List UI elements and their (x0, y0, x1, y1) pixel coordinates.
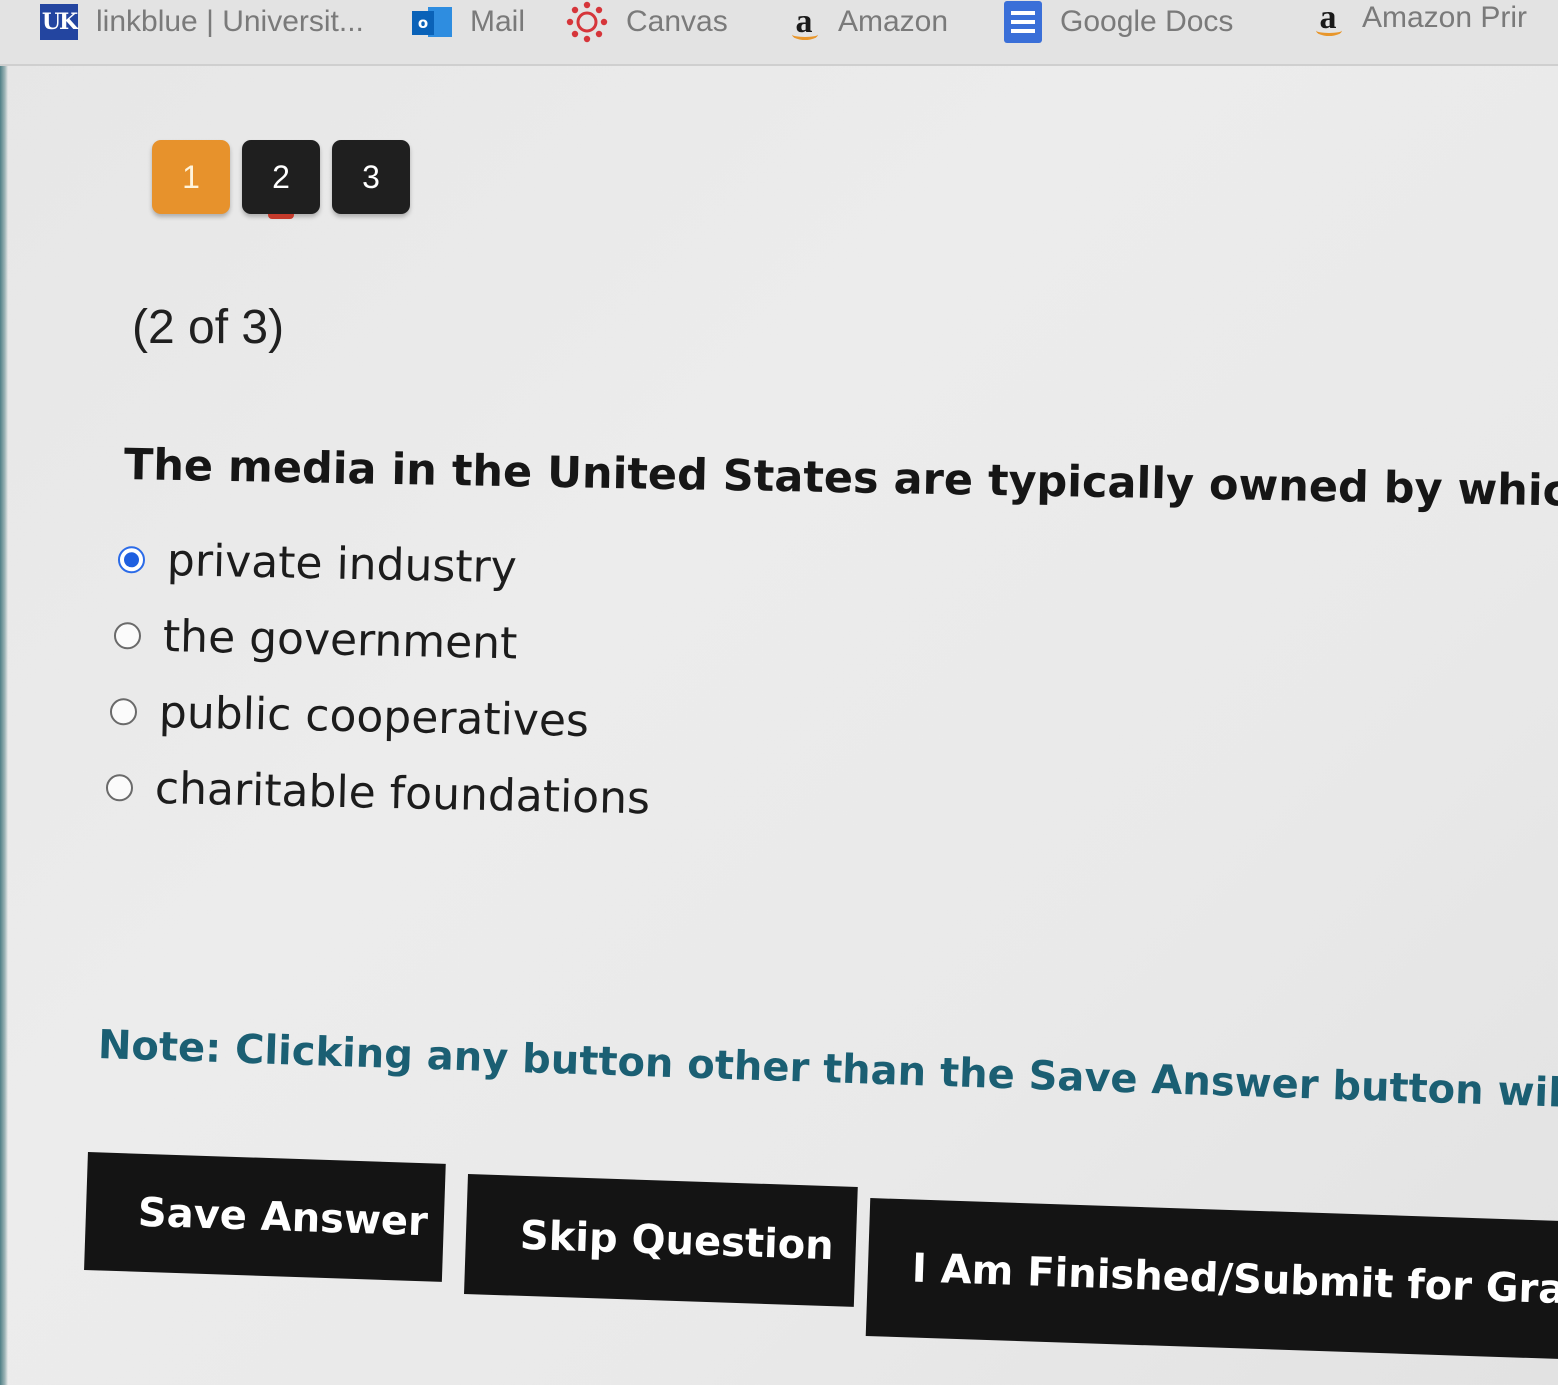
radio-button[interactable] (113, 622, 142, 650)
option-the-government[interactable]: the government (113, 610, 518, 670)
question-nav-3[interactable]: 3 (332, 140, 410, 214)
option-public-cooperatives[interactable]: public cooperatives (109, 686, 589, 747)
outlook-icon: o (412, 5, 452, 39)
bookmark-label: Google Docs (1060, 5, 1234, 38)
radio-button-selected[interactable] (117, 546, 146, 574)
option-charitable-foundations[interactable]: charitable foundations (105, 762, 650, 824)
radio-button[interactable] (105, 774, 134, 802)
bookmark-amazon-prime[interactable]: a Amazon Prir (1312, 0, 1527, 40)
bookmark-google-docs[interactable]: Google Docs (1004, 0, 1233, 44)
bookmark-amazon[interactable]: a Amazon (788, 0, 948, 44)
option-label: private industry (166, 535, 518, 594)
canvas-icon (566, 1, 608, 43)
bookmark-label: linkblue | Universit... (96, 5, 364, 38)
bookmark-canvas[interactable]: Canvas (566, 0, 728, 44)
bookmark-label: Amazon (838, 5, 949, 38)
question-nav-1[interactable]: 1 (152, 140, 230, 214)
window-edge (0, 0, 8, 1385)
bookmark-label: Canvas (626, 5, 728, 38)
amazon-icon: a (1312, 0, 1344, 38)
option-label: charitable foundations (154, 763, 651, 825)
question-nav-number: 1 (182, 158, 200, 195)
save-answer-button[interactable]: Save Answer (84, 1152, 446, 1282)
question-nav-number: 2 (272, 158, 290, 195)
question-progress: (2 of 3) (132, 301, 285, 354)
current-question-marker (268, 214, 294, 219)
finish-submit-button[interactable]: I Am Finished/Submit for Grac (865, 1198, 1558, 1360)
bookmark-mail[interactable]: o Mail (412, 0, 525, 44)
option-private-industry[interactable]: private industry (117, 534, 517, 593)
uk-logo-icon: UK (40, 4, 78, 40)
question-nav-number: 3 (362, 158, 380, 195)
radio-button[interactable] (109, 698, 138, 726)
skip-question-button[interactable]: Skip Question (464, 1174, 858, 1307)
question-text: The media in the United States are typic… (123, 440, 1558, 518)
option-label: public cooperatives (158, 687, 590, 748)
bookmark-label: Mail (470, 5, 526, 38)
bookmark-label: Amazon Prir (1362, 1, 1528, 34)
google-docs-icon (1004, 1, 1042, 43)
bookmark-linkblue[interactable]: UK linkblue | Universit... (40, 0, 364, 44)
question-nav-2[interactable]: 2 (242, 140, 320, 219)
bookmarks-bar: UK linkblue | Universit... o Mail Canvas (0, 0, 1558, 66)
amazon-icon: a (788, 2, 820, 42)
option-label: the government (162, 611, 518, 670)
note-text: Note: Clicking any button other than the… (97, 1022, 1558, 1121)
